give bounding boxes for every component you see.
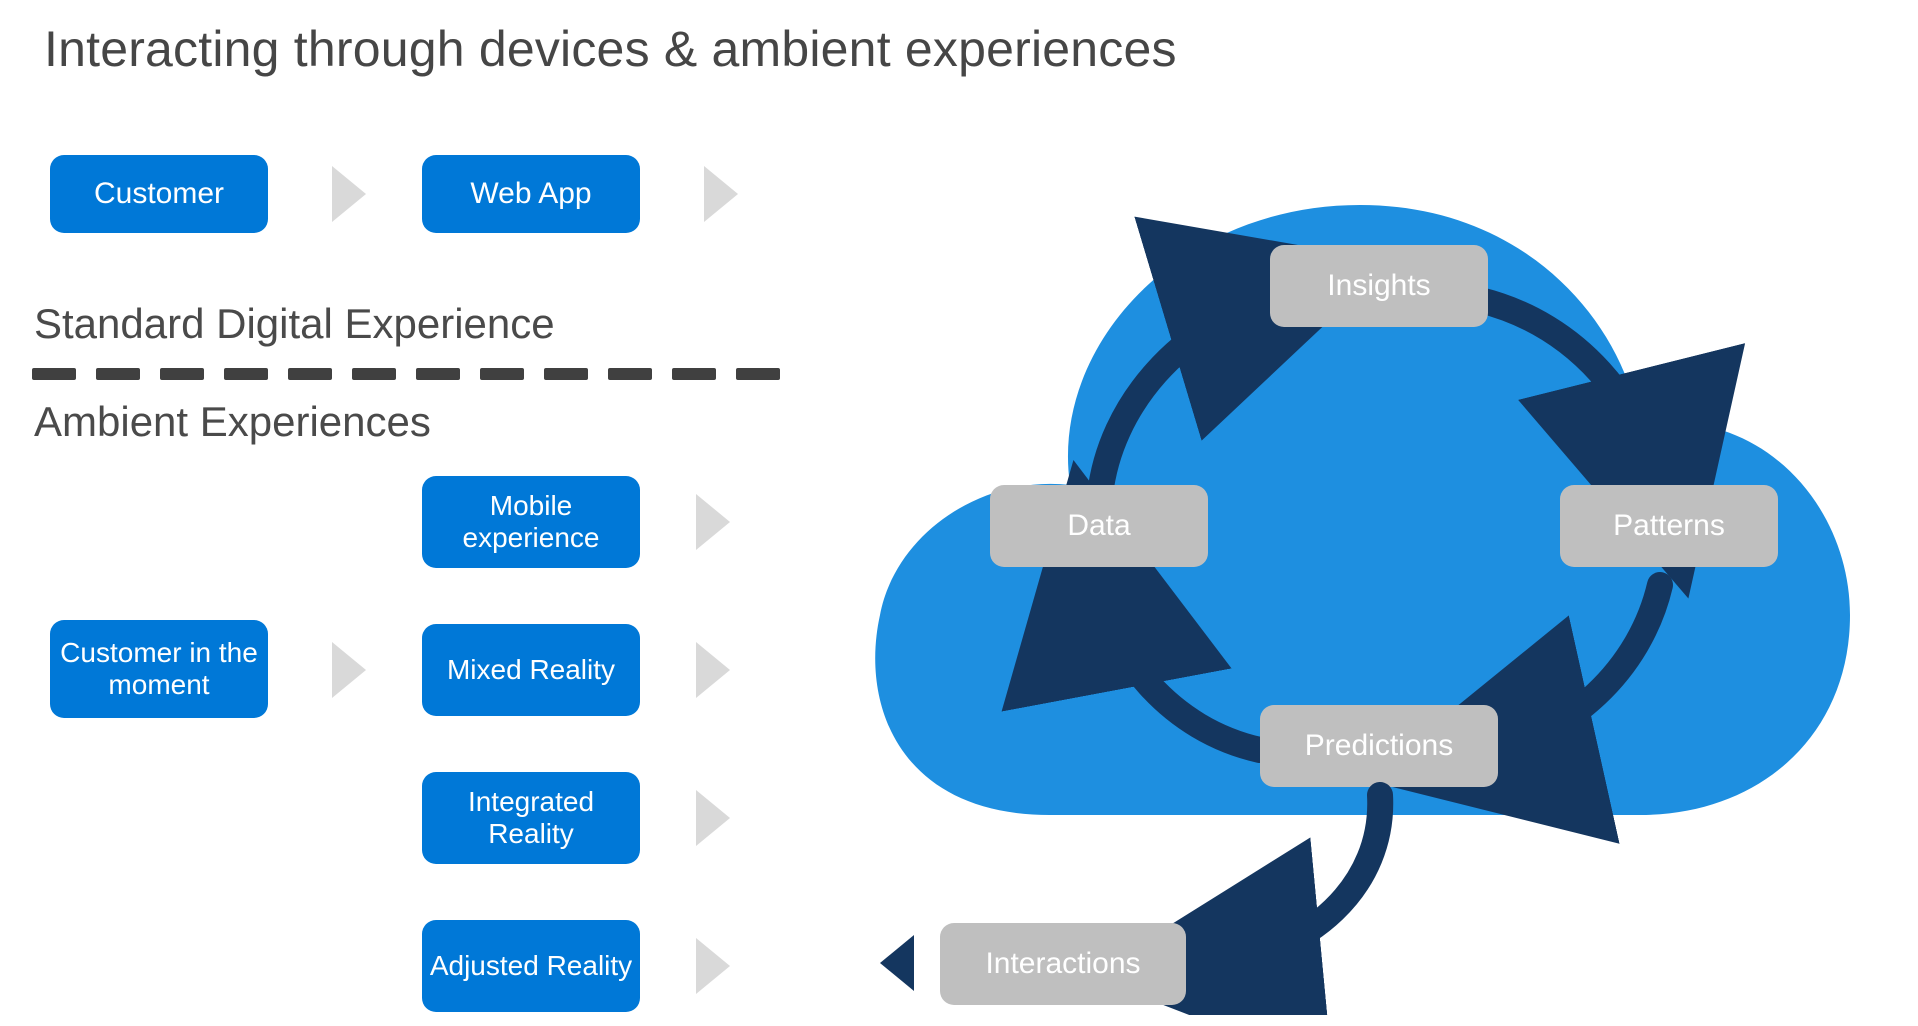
box-channel-adjusted: Adjusted Reality: [422, 920, 640, 1012]
chevron-right-icon: [704, 166, 738, 222]
box-channel-mobile: Mobile experience: [422, 476, 640, 568]
chevron-right-icon: [696, 642, 730, 698]
box-webapp: Web App: [422, 155, 640, 233]
output-arrow-icon: [840, 115, 1870, 1015]
chevron-right-icon: [696, 938, 730, 994]
box-channel-integrated: Integrated Reality: [422, 772, 640, 864]
chevron-right-icon: [696, 494, 730, 550]
chevron-right-icon: [332, 642, 366, 698]
box-customer-in-moment: Customer in the moment: [50, 620, 268, 718]
cloud-diagram: Insights Patterns Predictions Data Inter…: [840, 115, 1870, 995]
heading-standard-experience: Standard Digital Experience: [34, 300, 555, 348]
divider-dashed: [32, 368, 780, 380]
chevron-right-icon: [696, 790, 730, 846]
chevron-left-icon: [880, 935, 914, 991]
chevron-right-icon: [332, 166, 366, 222]
slide-title: Interacting through devices & ambient ex…: [44, 20, 1177, 78]
heading-ambient-experiences: Ambient Experiences: [34, 398, 431, 446]
box-channel-mixed: Mixed Reality: [422, 624, 640, 716]
node-interactions: Interactions: [940, 923, 1186, 1005]
box-customer: Customer: [50, 155, 268, 233]
